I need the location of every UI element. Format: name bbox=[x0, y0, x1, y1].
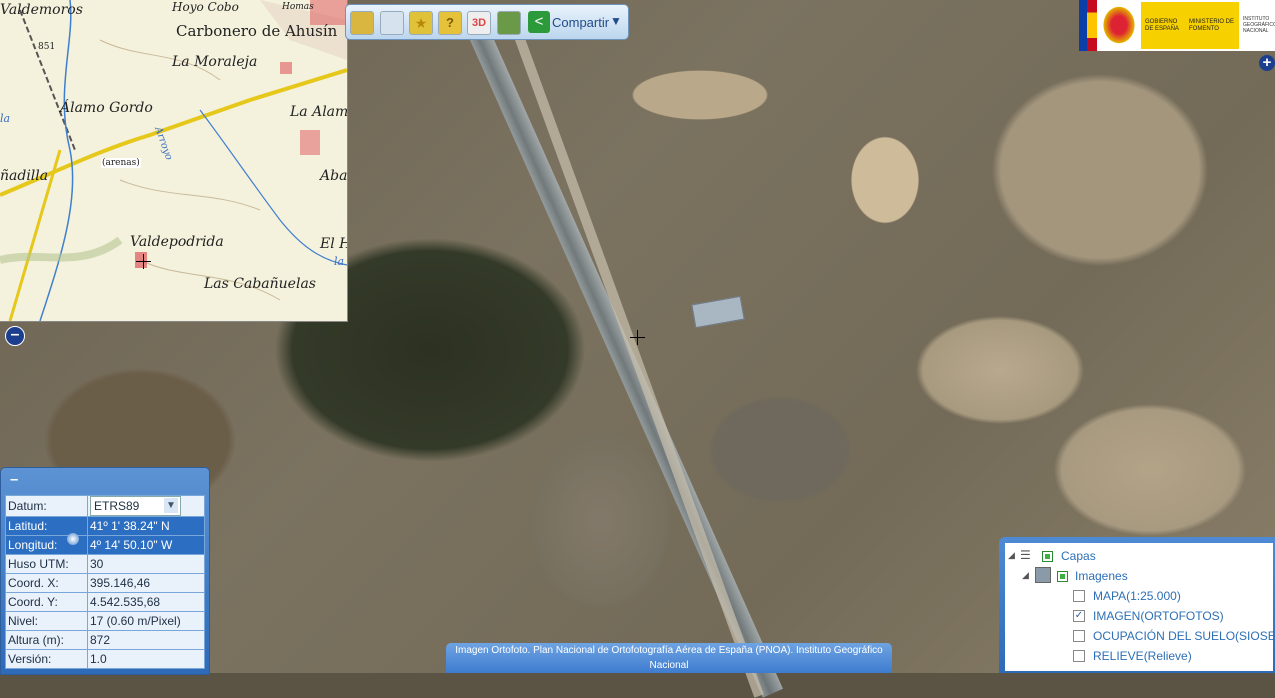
3d-icon[interactable]: 3D bbox=[467, 11, 491, 35]
coordinates-panel: – Datum: ETRS89 ▼ Latitud: 41º 1' 38.24" … bbox=[0, 467, 210, 675]
collapse-overview-button[interactable]: – bbox=[5, 326, 25, 346]
instituto-text: INSTITUTO GEOGRÁFICO NACIONAL bbox=[1243, 16, 1275, 34]
building-roof bbox=[691, 295, 745, 329]
table-row: Coord. Y: 4.542.535,68 bbox=[5, 592, 205, 612]
chevron-down-icon[interactable]: ▼ bbox=[164, 498, 178, 513]
coord-value: 395.146,46 bbox=[87, 573, 205, 593]
overview-label: Las Cabañuelas bbox=[204, 276, 316, 292]
table-row: Versión: 1.0 bbox=[5, 649, 205, 669]
expand-arrow-icon[interactable]: ◢ bbox=[1022, 570, 1029, 581]
layer-label: OCUPACIÓN DEL SUELO(SIOSE) bbox=[1093, 629, 1275, 643]
layer-label: IMAGEN(ORTOFOTOS) bbox=[1093, 609, 1224, 623]
railway-track bbox=[470, 31, 783, 698]
coord-label: Versión: bbox=[5, 649, 88, 669]
coord-value: 30 bbox=[87, 554, 205, 574]
layer-label: RELIEVE(Relieve) bbox=[1093, 649, 1192, 663]
overview-label: La Moraleja bbox=[172, 54, 258, 70]
table-row: Coord. X: 395.146,46 bbox=[5, 573, 205, 593]
overview-label: ñadilla bbox=[0, 168, 49, 184]
table-row: Nivel: 17 (0.60 m/Pixel) bbox=[5, 611, 205, 631]
datum-select[interactable]: ETRS89 ▼ bbox=[90, 496, 181, 516]
coordinates-drag-handle[interactable] bbox=[67, 533, 79, 545]
coord-value: 4.542.535,68 bbox=[87, 592, 205, 612]
ruler-icon[interactable] bbox=[350, 11, 374, 35]
toolbar: ★ ? 3D < Compartir ▼ bbox=[345, 4, 629, 40]
overview-label: Carbonero de Ahusín bbox=[176, 22, 338, 40]
eu-flag-icon bbox=[1079, 0, 1087, 51]
overview-label: (arenas) bbox=[101, 158, 141, 168]
government-logo: GOBIERNO DE ESPAÑA MINISTERIO DE FOMENTO… bbox=[1079, 0, 1275, 51]
coord-value: 41º 1' 38.24" N bbox=[87, 516, 205, 536]
help-icon[interactable]: ? bbox=[438, 11, 462, 35]
coordinates-table: Datum: ETRS89 ▼ Latitud: 41º 1' 38.24" N … bbox=[5, 495, 205, 669]
overview-label: la bbox=[334, 255, 345, 268]
layer-visible-toggle[interactable] bbox=[1057, 571, 1068, 582]
coord-label: Datum: bbox=[5, 495, 88, 517]
overview-crosshair-icon bbox=[136, 254, 151, 269]
share-button[interactable]: Compartir bbox=[552, 15, 609, 30]
overview-map[interactable]: Valdemoros Hoyo Cobo Homas 851 Carbonero… bbox=[0, 0, 348, 322]
coat-of-arms-icon bbox=[1101, 4, 1137, 46]
layer-checkbox[interactable] bbox=[1073, 590, 1085, 602]
layer-visible-toggle[interactable] bbox=[1042, 551, 1053, 562]
coord-label: Nivel: bbox=[5, 611, 88, 631]
datum-value: ETRS89 bbox=[94, 499, 140, 513]
overview-label: la bbox=[0, 112, 11, 125]
star-icon[interactable]: ★ bbox=[409, 11, 433, 35]
layer-checkbox[interactable] bbox=[1073, 630, 1085, 642]
chevron-down-icon[interactable]: ▼ bbox=[610, 14, 622, 28]
coord-value: 1.0 bbox=[87, 649, 205, 669]
layer-group-label: Imagenes bbox=[1075, 569, 1128, 583]
layer-root-label: Capas bbox=[1061, 549, 1096, 563]
coord-value: 872 bbox=[87, 630, 205, 650]
coord-label: Coord. Y: bbox=[5, 592, 88, 612]
map-cursor-crosshair-icon bbox=[630, 330, 645, 345]
overview-label: Homas bbox=[282, 2, 314, 12]
coord-label: Altura (m): bbox=[5, 630, 88, 650]
table-row: Latitud: 41º 1' 38.24" N bbox=[5, 516, 205, 536]
overview-label: El H bbox=[320, 236, 347, 252]
overview-label: Valdepodrida bbox=[130, 234, 224, 250]
table-row: Altura (m): 872 bbox=[5, 630, 205, 650]
imagery-attribution: Imagen Ortofoto. Plan Nacional de Ortofo… bbox=[446, 643, 892, 673]
overview-label: Abar bbox=[320, 168, 348, 184]
overview-label: 851 bbox=[38, 42, 56, 52]
landscape-icon[interactable] bbox=[497, 11, 521, 35]
overview-label: Álamo Gordo bbox=[60, 100, 153, 116]
layer-checkbox[interactable]: ✓ bbox=[1073, 610, 1085, 622]
coord-label: Coord. X: bbox=[5, 573, 88, 593]
layers-panel: ◢ ☰ Capas ◢ Imagenes MAPA(1:25.000) ✓ IM… bbox=[999, 537, 1275, 673]
ministerio-text: MINISTERIO DE FOMENTO bbox=[1189, 19, 1235, 32]
overview-label: La Alamo bbox=[290, 104, 348, 120]
table-row: Datum: ETRS89 ▼ bbox=[5, 495, 205, 517]
expand-arrow-icon[interactable]: ◢ bbox=[1008, 550, 1015, 561]
table-row: Longitud: 4º 14' 50.10" W bbox=[5, 535, 205, 555]
zoom-in-button[interactable]: + bbox=[1259, 55, 1275, 71]
table-row: Huso UTM: 30 bbox=[5, 554, 205, 574]
coord-value: 17 (0.60 m/Pixel) bbox=[87, 611, 205, 631]
gobierno-text: GOBIERNO DE ESPAÑA bbox=[1145, 19, 1179, 32]
overview-label: Valdemoros bbox=[0, 2, 83, 18]
overview-label: Hoyo Cobo bbox=[172, 0, 239, 14]
layer-label: MAPA(1:25.000) bbox=[1093, 589, 1181, 603]
mail-icon[interactable] bbox=[380, 11, 404, 35]
dirt-road bbox=[515, 36, 764, 698]
coord-value: 4º 14' 50.10" W bbox=[87, 535, 205, 555]
spain-flag-icon bbox=[1087, 0, 1097, 51]
collapse-coordinates-button[interactable]: – bbox=[10, 471, 18, 488]
layer-checkbox[interactable] bbox=[1073, 650, 1085, 662]
share-icon[interactable]: < bbox=[528, 11, 550, 33]
layers-stack-icon: ☰ bbox=[1020, 548, 1031, 562]
coord-label: Huso UTM: bbox=[5, 554, 88, 574]
image-layer-icon bbox=[1035, 567, 1051, 583]
